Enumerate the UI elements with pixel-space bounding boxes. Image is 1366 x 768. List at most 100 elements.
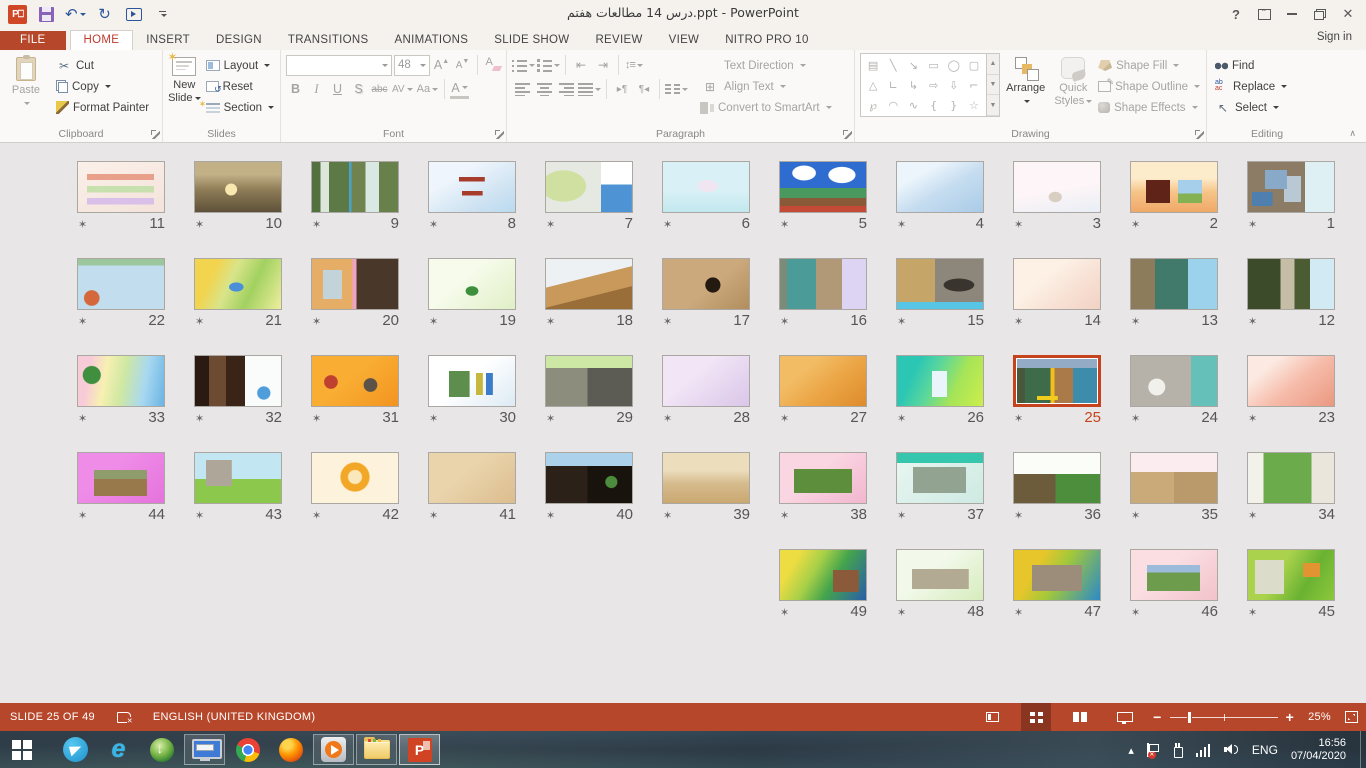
slide-thumbnail-39[interactable] [662,452,750,504]
tab-view[interactable]: VIEW [656,31,713,50]
taskbar-file-explorer[interactable] [356,734,397,765]
sign-in-link[interactable]: Sign in [1317,31,1352,43]
slide-thumbnail-38[interactable] [779,452,867,504]
align-text-button[interactable]: Align Text [697,76,835,97]
slide-thumbnail-15[interactable] [896,258,984,310]
left-to-right-button[interactable] [612,79,632,99]
slide-thumbnail-7[interactable] [545,161,633,213]
slide-thumbnail-13[interactable] [1130,258,1218,310]
slide-sorter-view-button[interactable] [1021,703,1051,731]
shapes-gallery-scrollbar[interactable]: ▲ ▼ ▼ [987,53,1000,117]
down-arrow-shape-icon[interactable]: ⇩ [949,80,958,91]
slide-thumbnail-20[interactable] [311,258,399,310]
slide-thumbnail-43[interactable] [194,452,282,504]
elbow-connector-shape-icon[interactable]: ∟ [889,80,898,91]
slide-thumbnail-26[interactable] [896,355,984,407]
text-box-shape-icon[interactable]: ▤ [868,60,878,71]
slide-thumbnail-28[interactable] [662,355,750,407]
slide-thumbnail-36[interactable] [1013,452,1101,504]
quick-styles-button[interactable]: QuickStyles [1051,53,1095,108]
gallery-more-icon[interactable]: ▼ [987,95,999,116]
slide-thumbnail-32[interactable] [194,355,282,407]
slide-thumbnail-44[interactable] [77,452,165,504]
minimize-button[interactable] [1278,3,1306,25]
slide-thumbnail-3[interactable] [1013,161,1101,213]
slide-thumbnail-41[interactable] [428,452,516,504]
slide-thumbnail-21[interactable] [194,258,282,310]
paragraph-dialog-launcher-icon[interactable] [843,130,852,139]
slide-thumbnail-33[interactable] [77,355,165,407]
numbering-button[interactable] [537,55,560,75]
tab-animations[interactable]: ANIMATIONS [382,31,482,50]
increase-indent-button[interactable] [593,55,613,75]
taskbar-powerpoint[interactable] [399,734,440,765]
find-button[interactable]: Find [1212,55,1324,76]
align-right-button[interactable] [556,79,576,99]
scroll-down-icon[interactable]: ▼ [987,75,999,96]
slide-thumbnail-30[interactable] [428,355,516,407]
text-shadow-button[interactable]: S [349,79,368,99]
slide-thumbnail-25[interactable] [1013,355,1101,407]
tab-review[interactable]: REVIEW [582,31,655,50]
shape-outline-button[interactable]: Shape Outline [1095,76,1203,97]
drawing-dialog-launcher-icon[interactable] [1195,130,1204,139]
font-size-combobox[interactable]: 48 [394,55,430,76]
fit-slide-to-window-button[interactable] [1345,711,1358,723]
collapse-ribbon-button[interactable]: ∧ [1349,128,1356,139]
character-spacing-button[interactable]: AV [391,79,414,99]
tab-file[interactable]: FILE [0,31,66,50]
italic-button[interactable]: I [307,79,326,99]
show-desktop-button[interactable] [1360,731,1366,768]
tab-transitions[interactable]: TRANSITIONS [275,31,382,50]
layout-button[interactable]: Layout [203,55,277,76]
scribble-shape-icon[interactable]: ℘ [869,100,877,111]
ribbon-display-options-button[interactable] [1250,3,1278,25]
scroll-up-icon[interactable]: ▲ [987,54,999,75]
slide-thumbnail-29[interactable] [545,355,633,407]
clipboard-dialog-launcher-icon[interactable] [151,130,160,139]
action-center-flag-icon[interactable] [1147,743,1159,757]
elbow-arrow-connector-shape-icon[interactable]: ↳ [909,80,918,91]
taskbar-idm[interactable] [141,734,182,765]
zoom-level[interactable]: 25% [1308,711,1331,723]
rounded-rectangle-shape-icon[interactable]: ▢ [969,60,979,71]
taskbar-onscreen-keyboard[interactable] [184,734,225,765]
spell-check-icon[interactable] [117,711,131,723]
zoom-out-button[interactable]: − [1153,712,1161,722]
shapes-gallery[interactable]: ▤╲↘▭◯▢△∟↳⇨⇩⌐℘◠∿{}☆ [860,53,987,117]
slide-thumbnail-17[interactable] [662,258,750,310]
reset-button[interactable]: Reset [203,76,277,97]
undo-button[interactable] [65,3,86,25]
slide-show-button[interactable] [1109,703,1139,731]
slide-thumbnail-1[interactable] [1247,161,1335,213]
arc-shape-icon[interactable]: ◠ [888,100,898,111]
slide-thumbnail-6[interactable] [662,161,750,213]
taskbar-chrome[interactable] [227,734,268,765]
zoom-slider-handle[interactable] [1187,711,1192,724]
oval-shape-icon[interactable]: ◯ [948,60,960,71]
text-direction-button[interactable]: Text Direction [697,55,835,76]
slide-thumbnail-5[interactable] [779,161,867,213]
slide-thumbnail-18[interactable] [545,258,633,310]
zoom-slider[interactable] [1170,717,1278,718]
underline-button[interactable]: U [328,79,347,99]
font-color-button[interactable]: A [450,79,469,99]
shape-effects-button[interactable]: Shape Effects [1095,97,1203,118]
save-button[interactable] [36,3,56,25]
restore-button[interactable] [1306,3,1334,25]
slide-thumbnail-4[interactable] [896,161,984,213]
slide-thumbnail-42[interactable] [311,452,399,504]
input-language-indicator[interactable]: ENG [1252,743,1278,757]
curve-shape-icon[interactable]: ∿ [909,100,918,111]
paste-button[interactable]: Paste [5,53,47,118]
font-name-combobox[interactable] [286,55,392,76]
slide-thumbnail-48[interactable] [896,549,984,601]
language-indicator[interactable]: ENGLISH (UNITED KINGDOM) [153,711,315,723]
taskbar-firefox[interactable] [270,734,311,765]
redo-button[interactable] [95,3,115,25]
columns-button[interactable] [665,79,688,99]
slide-thumbnail-27[interactable] [779,355,867,407]
bold-button[interactable]: B [286,79,305,99]
isosceles-triangle-shape-icon[interactable]: △ [869,80,877,91]
change-case-button[interactable]: Aa [416,79,439,99]
